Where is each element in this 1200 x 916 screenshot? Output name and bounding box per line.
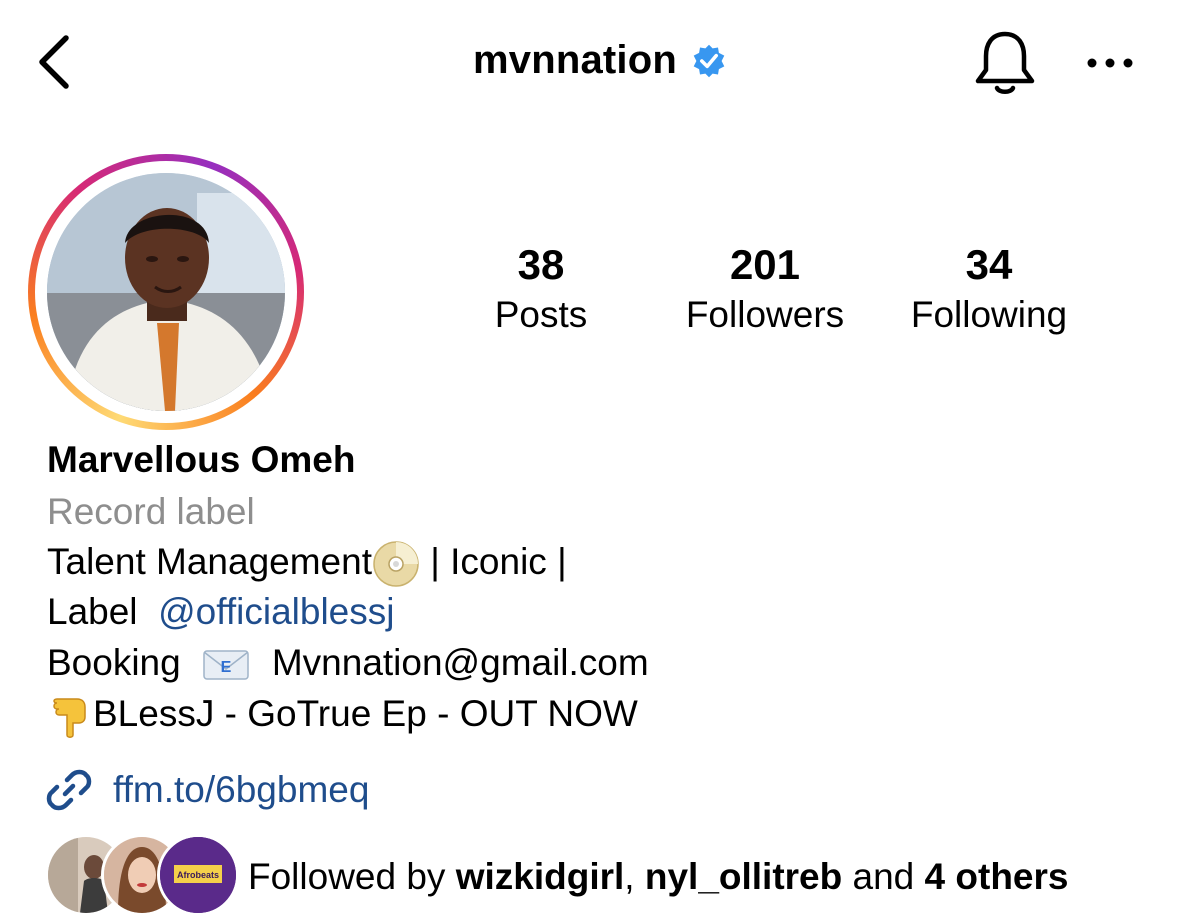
following-count: 34 (965, 241, 1013, 288)
envelope-emoji: E (203, 650, 250, 680)
bio-line-1-text: Talent Management (47, 541, 372, 582)
more-options-button[interactable] (1080, 40, 1140, 86)
stat-following[interactable]: 34 Following (874, 241, 1104, 335)
notifications-button[interactable] (968, 26, 1042, 100)
verified-badge-icon (693, 44, 725, 77)
followers-label: Followers (685, 294, 845, 335)
story-ring[interactable] (28, 154, 304, 430)
stat-followers[interactable]: 201 Followers (650, 241, 880, 335)
follower-nyl-ollitreb[interactable]: nyl_ollitreb (645, 856, 842, 897)
bio-line-2: Label @officialblessj (47, 590, 394, 634)
bio-line-1-suffix: | Iconic | (419, 541, 567, 582)
following-label: Following (910, 294, 1068, 335)
posts-label: Posts (494, 294, 588, 335)
followers-count: 201 (729, 241, 801, 288)
external-link-text: ffm.to/6bgbmeq (113, 769, 370, 810)
bio-line-1: Talent Management | Iconic | (47, 540, 567, 588)
follower-wizkidgirl[interactable]: wizkidgirl (456, 856, 625, 897)
avatar-text: Afrobeats (177, 870, 219, 880)
profile-username: mvnnation (472, 38, 678, 82)
avatar-photo (47, 173, 285, 411)
profile-name: Marvellous Omeh (47, 439, 356, 480)
profile-category: Record label (47, 491, 255, 532)
bio-line-4: BLessJ - GoTrue Ep - OUT NOW (47, 692, 638, 739)
followed-by-separator: , (624, 856, 645, 897)
profile-avatar (47, 173, 285, 411)
bio-line-3-prefix: Booking (47, 642, 181, 683)
followed-by-prefix: Followed by (248, 856, 456, 897)
posts-count: 38 (517, 241, 565, 288)
svg-text:E: E (221, 659, 232, 676)
more-horizontal-icon (1087, 58, 1133, 68)
booking-email[interactable]: Mvnnation@gmail.com (272, 642, 649, 683)
followed-by-others[interactable]: 4 others (925, 856, 1069, 897)
dvd-emoji (373, 541, 419, 587)
followed-by-and: and (842, 856, 925, 897)
bio-line-3: Booking E Mvnnation@gmail.com (47, 641, 649, 685)
bio-line-2-prefix: Label (47, 591, 138, 632)
followed-by-text[interactable]: Followed by wizkidgirl, nyl_ollitreb and… (248, 856, 1068, 898)
bell-icon (975, 31, 1035, 94)
link-icon (46, 769, 92, 811)
mention-link[interactable]: @officialblessj (158, 591, 394, 632)
bio-line-4-text: BLessJ - GoTrue Ep - OUT NOW (93, 693, 638, 734)
stat-posts[interactable]: 38 Posts (426, 241, 656, 335)
external-link[interactable]: ffm.to/6bgbmeq (45, 766, 369, 814)
pointing-down-emoji (53, 698, 86, 739)
